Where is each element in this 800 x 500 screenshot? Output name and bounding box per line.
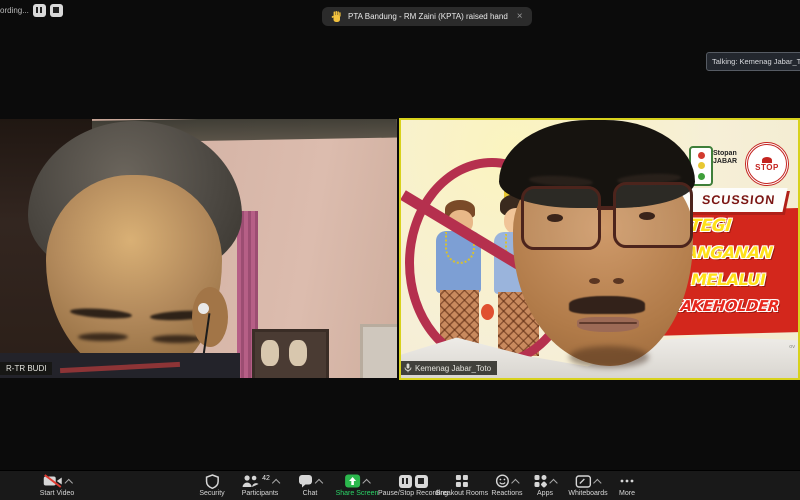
pause-recording-button[interactable]	[33, 4, 46, 17]
raised-hand-icon	[331, 11, 342, 23]
nostril	[589, 278, 600, 284]
participant-name: Kemenag Jabar_Toto	[415, 364, 491, 373]
chevron-up-icon[interactable]	[593, 478, 601, 486]
eye	[639, 212, 655, 220]
chin-shadow	[569, 346, 649, 368]
more-ellipsis-icon	[619, 474, 635, 488]
more-button[interactable]: More	[619, 474, 635, 497]
eye-closed	[152, 335, 202, 343]
photo-frame	[252, 329, 329, 378]
share-screen-icon	[345, 474, 361, 488]
whiteboards-icon	[575, 475, 591, 488]
poster-line-3b: MELALUI	[691, 270, 765, 289]
eye-closed	[78, 333, 128, 341]
meeting-toolbar: Start Video Security 42 Partic	[0, 470, 800, 500]
photo-frame	[360, 324, 397, 378]
shield-icon	[205, 474, 219, 489]
share-screen-button[interactable]: Share Screen	[336, 474, 379, 497]
nostril	[613, 278, 624, 284]
whiteboards-button[interactable]: Whiteboards	[568, 474, 607, 497]
participant-name-label: R-TR BUDI	[0, 362, 52, 375]
participants-icon	[241, 474, 259, 488]
earbud	[198, 303, 209, 314]
more-label: More	[619, 490, 635, 497]
chevron-up-icon[interactable]	[272, 478, 280, 486]
start-video-button[interactable]: Start Video	[40, 474, 75, 497]
chevron-up-icon[interactable]	[549, 478, 557, 486]
apps-button[interactable]: Apps	[534, 474, 557, 497]
jabar-label: JABAR	[713, 158, 737, 166]
participant-name-label: Kemenag Jabar_Toto	[401, 361, 497, 375]
pause-recording-icon[interactable]	[398, 475, 411, 488]
discussion-banner-text: SCUSSION	[701, 193, 776, 207]
video-tile-right-active[interactable]: RATEGI PENANGANAN NAK MELALUI TISTAKEHOL…	[399, 118, 800, 380]
breakout-rooms-icon	[455, 474, 469, 488]
ear	[192, 287, 228, 347]
zoom-meeting-window: ording... PTA Bandung - RM Zaini (KPTA) …	[0, 0, 800, 500]
share-screen-label: Share Screen	[336, 490, 379, 497]
stop-icon	[53, 7, 59, 13]
eye	[547, 214, 563, 222]
recording-indicator: ording...	[0, 2, 63, 18]
poster-fine-print: ov	[789, 344, 795, 350]
stopan-label: Stopan	[713, 150, 737, 158]
mouth	[577, 317, 639, 332]
notification-close-button[interactable]: ×	[517, 11, 523, 22]
stopan-jabar-logo-text: Stopan JABAR	[713, 150, 737, 166]
apps-label: Apps	[537, 490, 553, 497]
notification-text: PTA Bandung - RM Zaini (KPTA) raised han…	[348, 12, 508, 21]
raised-hand-notification: PTA Bandung - RM Zaini (KPTA) raised han…	[322, 7, 532, 26]
security-label: Security	[199, 490, 224, 497]
mouth-line	[579, 322, 637, 324]
apps-icon	[534, 474, 548, 488]
chat-button[interactable]: Chat	[298, 474, 322, 497]
start-video-label: Start Video	[40, 490, 75, 497]
breakout-rooms-label: Breakout Rooms	[436, 490, 488, 497]
whiteboards-label: Whiteboards	[568, 490, 607, 497]
security-button[interactable]: Security	[199, 474, 224, 497]
video-tile-left[interactable]: R-TR BUDI	[0, 119, 397, 378]
stop-logo-text: STOP	[755, 163, 779, 172]
participants-count: 42	[262, 475, 270, 482]
stop-recording-button[interactable]	[50, 4, 63, 17]
mustache	[569, 296, 645, 314]
pause-icon	[36, 7, 42, 13]
video-camera-off-icon	[42, 474, 62, 488]
chevron-up-icon[interactable]	[315, 478, 323, 486]
reactions-button[interactable]: Reactions	[491, 474, 522, 497]
chevron-up-icon[interactable]	[362, 478, 370, 486]
chevron-up-icon[interactable]	[511, 478, 519, 486]
reactions-label: Reactions	[491, 490, 522, 497]
reactions-emoji-icon	[495, 474, 509, 488]
breakout-rooms-button[interactable]: Breakout Rooms	[436, 474, 488, 497]
microphone-icon	[404, 363, 412, 373]
glasses-bridge	[597, 206, 613, 210]
participants-label: Participants	[242, 490, 279, 497]
chat-bubble-icon	[298, 474, 313, 488]
talking-badge: Talking: Kemenag Jabar_Toto	[706, 52, 800, 71]
participant-name: R-TR BUDI	[6, 364, 46, 373]
stop-recording-icon[interactable]	[414, 475, 427, 488]
talking-badge-label: Talking: Kemenag Jabar_Toto	[712, 57, 800, 66]
stop-campaign-logo: STOP	[745, 142, 789, 186]
chat-label: Chat	[303, 490, 318, 497]
participants-button[interactable]: 42 Participants	[241, 474, 279, 497]
chevron-up-icon[interactable]	[64, 478, 72, 486]
recording-status-label: ording...	[0, 6, 29, 15]
